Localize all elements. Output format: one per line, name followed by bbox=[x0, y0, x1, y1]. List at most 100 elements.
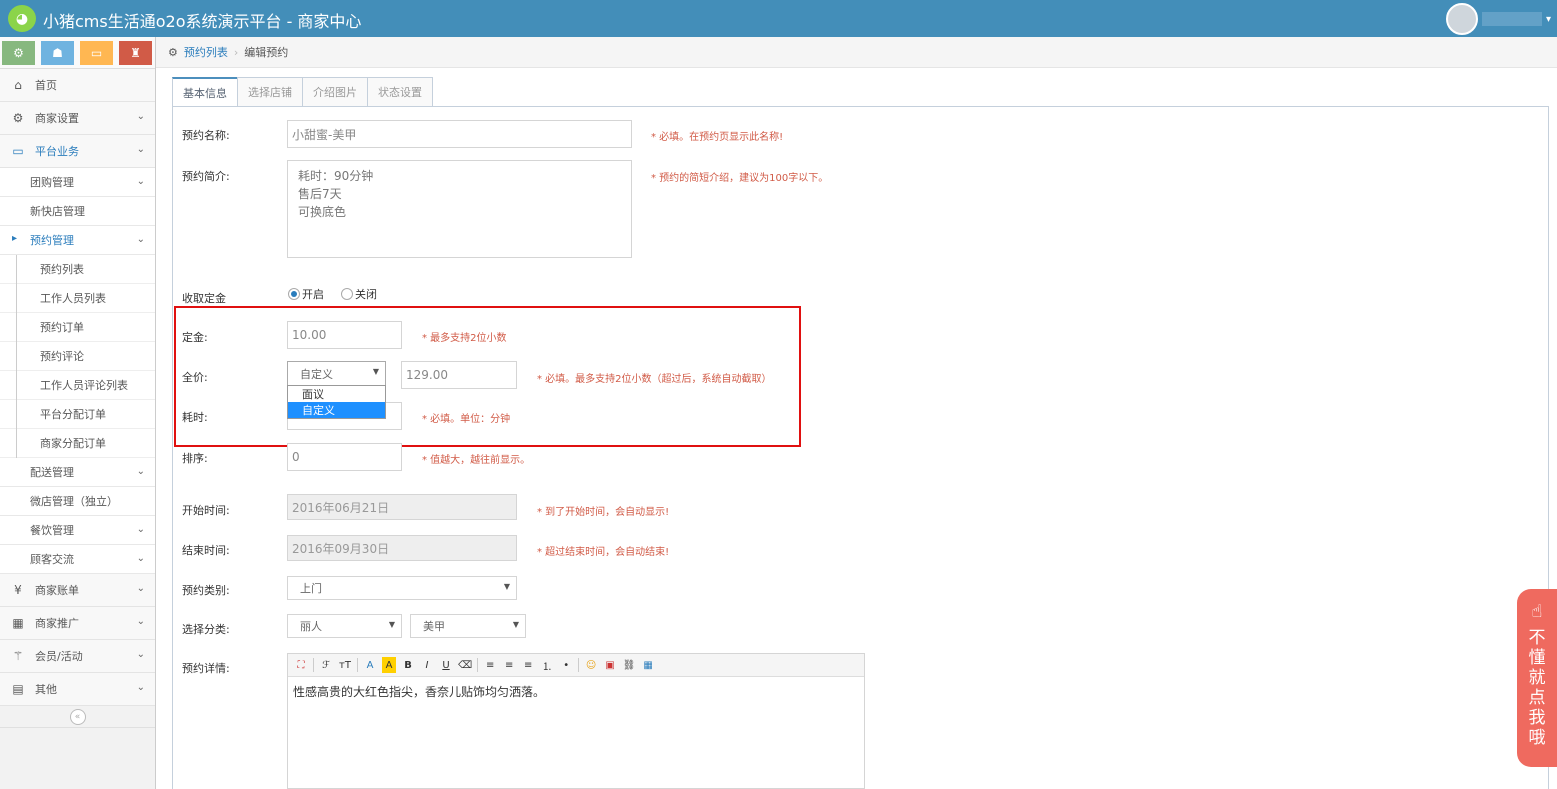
caret-down-icon: ▼ bbox=[503, 582, 510, 591]
gear-icon[interactable]: ⚙ bbox=[2, 41, 35, 65]
ordered-list-icon[interactable]: ⒈ bbox=[540, 657, 554, 673]
start-time-input[interactable]: 2016年06月21日 bbox=[287, 494, 517, 520]
table-icon[interactable]: ▦ bbox=[641, 657, 655, 673]
monitor-icon[interactable]: ▭ bbox=[80, 41, 113, 65]
bold-icon[interactable]: B bbox=[401, 657, 415, 673]
highlight-color-icon[interactable]: A bbox=[382, 657, 396, 673]
platform-business-submenu: 团购管理 ⌄ 新快店管理 预约管理 ⌄ 预约列表 工作人员列表 预约订单 预约评… bbox=[0, 168, 155, 577]
caret-down-icon[interactable]: ▾ bbox=[1546, 14, 1551, 25]
name-hint: * 必填。在预约页显示此名称! bbox=[651, 132, 784, 143]
align-center-icon[interactable]: ≡ bbox=[502, 657, 516, 673]
sidebar-collapse-bar: « bbox=[0, 706, 155, 728]
sidebar-item-staff-reviews[interactable]: 工作人员评论列表 bbox=[0, 371, 155, 400]
sidebar-item-appointment-list[interactable]: 预约列表 bbox=[0, 255, 155, 284]
end-time-input[interactable]: 2016年09月30日 bbox=[287, 535, 517, 561]
tab-status-settings[interactable]: 状态设置 bbox=[367, 77, 433, 107]
tab-basic-info[interactable]: 基本信息 bbox=[172, 77, 238, 107]
chevron-down-icon: ⌄ bbox=[136, 649, 145, 660]
image-icon[interactable]: ▣ bbox=[603, 657, 617, 673]
sidebar-item-label: 预约评论 bbox=[40, 350, 84, 363]
rich-text-editor: ⛶ ℱ тT A A B I U ⌫ ≡ ≡ ≡ ⒈ • ☺ ▣ ⛓ ▦ 性感高… bbox=[287, 653, 865, 789]
sidebar-item-appointment-reviews[interactable]: 预约评论 bbox=[0, 342, 155, 371]
sidebar-item-label: 配送管理 bbox=[30, 466, 74, 479]
sidebar: ⚙ ☗ ▭ ♜ ⌂ 首页 ⚙ 商家设置 ⌄ ▭ 平台业务 ⌄ 团购管理 ⌄ 新快… bbox=[0, 37, 156, 789]
pig-logo-icon[interactable]: ◕ bbox=[8, 5, 36, 32]
radio-deposit-on[interactable]: 开启 bbox=[288, 286, 324, 302]
sidebar-item-home[interactable]: ⌂ 首页 bbox=[0, 69, 155, 102]
chevron-down-icon: ⌄ bbox=[136, 144, 145, 155]
radio-unchecked-icon bbox=[341, 288, 353, 300]
sidebar-item-micro-store[interactable]: 微店管理（独立） bbox=[0, 487, 155, 516]
sidebar-item-merchant-settings[interactable]: ⚙ 商家设置 ⌄ bbox=[0, 102, 155, 135]
sidebar-item-members[interactable]: ⚚ 会员/活动 ⌄ bbox=[0, 640, 155, 673]
font-family-icon[interactable]: ℱ bbox=[319, 657, 333, 673]
italic-icon[interactable]: I bbox=[420, 657, 434, 673]
sidebar-item-staff-list[interactable]: 工作人员列表 bbox=[0, 284, 155, 313]
emoticon-icon[interactable]: ☺ bbox=[584, 657, 598, 673]
sidebar-item-merchant-orders[interactable]: 商家分配订单 bbox=[0, 429, 155, 458]
sidebar-item-label: 新快店管理 bbox=[30, 205, 85, 218]
users-icon[interactable]: ☗ bbox=[41, 41, 74, 65]
home-icon: ⌂ bbox=[14, 78, 22, 92]
avatar[interactable] bbox=[1445, 3, 1478, 35]
sidebar-item-label: 工作人员评论列表 bbox=[40, 379, 128, 392]
sidebar-item-delivery[interactable]: 配送管理 ⌄ bbox=[0, 458, 155, 487]
sort-input[interactable]: 0 bbox=[287, 443, 402, 471]
link-icon[interactable]: ⛓ bbox=[622, 657, 636, 673]
intro-textarea[interactable]: 耗时：90分钟 售后7天 可换底色 bbox=[287, 160, 632, 258]
underline-icon[interactable]: U bbox=[439, 657, 453, 673]
name-input[interactable]: 小甜蜜-美甲 bbox=[287, 120, 632, 148]
radio-deposit-off[interactable]: 关闭 bbox=[341, 286, 377, 302]
start-time-hint: * 到了开始时间，会自动显示! bbox=[537, 507, 670, 518]
user-menu[interactable]: ▾ bbox=[1445, 3, 1551, 35]
font-color-icon[interactable]: A bbox=[363, 657, 377, 673]
breadcrumb-link[interactable]: 预约列表 bbox=[184, 44, 228, 60]
sidebar-item-other[interactable]: ▤ 其他 ⌄ bbox=[0, 673, 155, 706]
chevron-down-icon: ⌄ bbox=[136, 616, 145, 627]
chevron-down-icon: ⌄ bbox=[136, 176, 145, 187]
tab-select-store[interactable]: 选择店铺 bbox=[237, 77, 303, 107]
align-right-icon[interactable]: ≡ bbox=[521, 657, 535, 673]
sidebar-item-label: 餐饮管理 bbox=[30, 524, 74, 537]
select-value: 上门 bbox=[300, 582, 322, 595]
sidebar-item-group-buy[interactable]: 团购管理 ⌄ bbox=[0, 168, 155, 197]
font-size-icon[interactable]: тT bbox=[338, 657, 352, 673]
chevron-down-icon: ⌄ bbox=[136, 234, 145, 245]
sidebar-item-label: 微店管理（独立） bbox=[30, 495, 118, 508]
sidebar-item-label: 平台分配订单 bbox=[40, 408, 106, 421]
sidebar-item-new-store[interactable]: 新快店管理 bbox=[0, 197, 155, 226]
editor-content[interactable]: 性感高贵的大红色指尖，香奈儿贴饰均匀洒落。 bbox=[288, 677, 864, 706]
category-select-1[interactable]: 丽人 ▼ bbox=[287, 614, 402, 638]
sidebar-item-platform-orders[interactable]: 平台分配订单 bbox=[0, 400, 155, 429]
user-name-blurred bbox=[1481, 12, 1542, 26]
intro-hint: * 预约的简短介绍，建议为100字以下。 bbox=[651, 173, 829, 184]
fullscreen-icon[interactable]: ⛶ bbox=[294, 657, 308, 673]
sort-hint: * 值越大，越往前显示。 bbox=[422, 455, 531, 466]
sidebar-item-platform-business[interactable]: ▭ 平台业务 ⌄ bbox=[0, 135, 155, 168]
sidebar-item-label: 预约订单 bbox=[40, 321, 84, 334]
shortcut-bar: ⚙ ☗ ▭ ♜ bbox=[0, 37, 155, 69]
sidebar-item-appointment[interactable]: 预约管理 ⌄ bbox=[0, 226, 155, 255]
align-left-icon[interactable]: ≡ bbox=[483, 657, 497, 673]
top-navbar: ◕ 小猪cms生活通o2o系统演示平台 - 商家中心 ▾ bbox=[0, 0, 1557, 37]
sidebar-item-catering[interactable]: 餐饮管理 ⌄ bbox=[0, 516, 155, 545]
sidebar-item-bills[interactable]: ¥ 商家账单 ⌄ bbox=[0, 574, 155, 607]
type-select[interactable]: 上门 ▼ bbox=[287, 576, 517, 600]
sidebar-item-customer[interactable]: 顾客交流 ⌄ bbox=[0, 545, 155, 574]
help-float-button[interactable]: ☝ 不懂就点我哦 bbox=[1517, 589, 1557, 767]
group-icon[interactable]: ♜ bbox=[119, 41, 152, 65]
unordered-list-icon[interactable]: • bbox=[559, 657, 573, 673]
tab-intro-images[interactable]: 介绍图片 bbox=[302, 77, 368, 107]
radio-label: 开启 bbox=[302, 288, 324, 301]
name-label: 预约名称: bbox=[182, 129, 230, 142]
sidebar-item-appointment-orders[interactable]: 预约订单 bbox=[0, 313, 155, 342]
radio-label: 关闭 bbox=[355, 288, 377, 301]
sidebar-item-label: 会员/活动 bbox=[35, 650, 83, 663]
eraser-icon[interactable]: ⌫ bbox=[458, 657, 472, 673]
chevron-down-icon: ⌄ bbox=[136, 553, 145, 564]
sidebar-item-promotion[interactable]: ▦ 商家推广 ⌄ bbox=[0, 607, 155, 640]
chevron-down-icon: ⌄ bbox=[136, 524, 145, 535]
collapse-icon[interactable]: « bbox=[69, 708, 86, 725]
category-select-2[interactable]: 美甲 ▼ bbox=[410, 614, 526, 638]
sidebar-item-label: 顾客交流 bbox=[30, 553, 74, 566]
